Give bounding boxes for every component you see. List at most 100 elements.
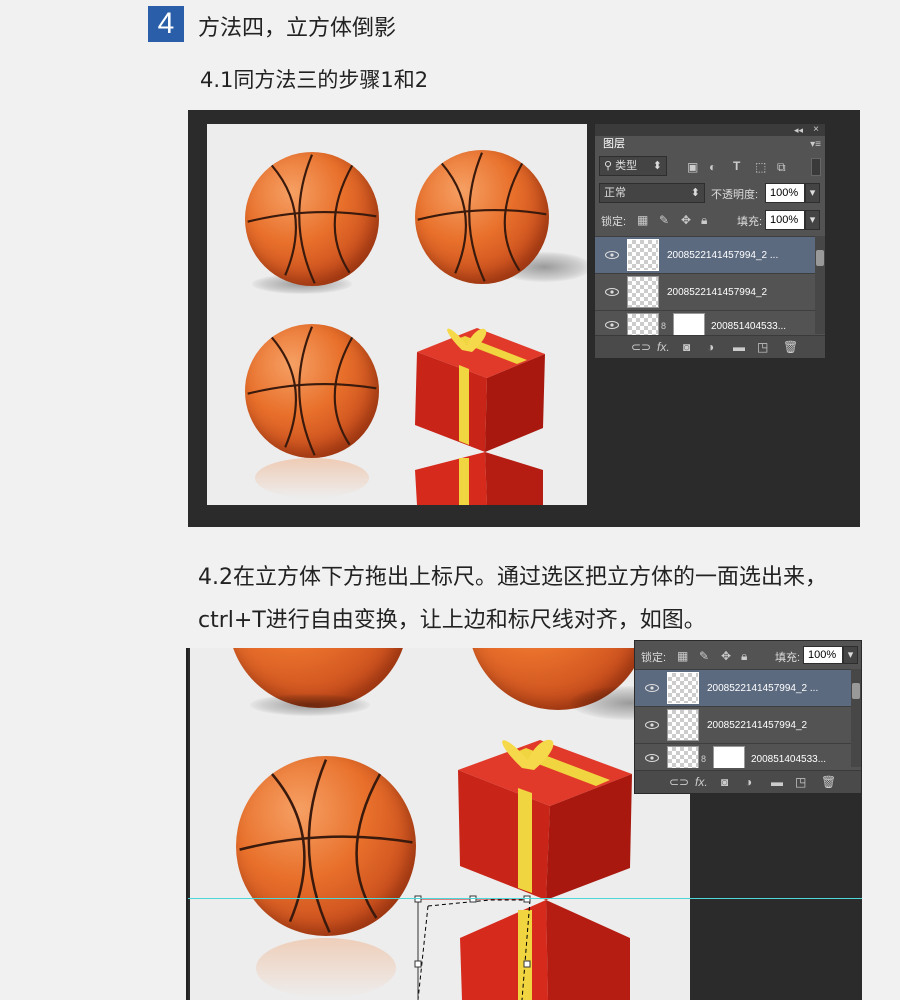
ball-reflection (255, 458, 369, 498)
updown-icon: ⬍ (690, 187, 700, 199)
lock-transparent-icon[interactable]: ▦ (637, 213, 648, 227)
lock-label: 锁定: (601, 216, 627, 228)
layer-name: 2008522141457994_2 (707, 720, 808, 731)
layer-thumbnail (667, 672, 699, 704)
filter-toggle[interactable] (811, 158, 821, 176)
smart-object-filter-icon[interactable]: ⧉ (777, 160, 786, 174)
lock-move-icon[interactable]: ✥ (721, 649, 731, 663)
ruler-guide-line[interactable] (186, 898, 862, 899)
panel-footer: ⊂⊃ fx. ◙ ◑ ▬ ◳ 🗑︎ (635, 770, 861, 793)
new-layer-icon[interactable]: ◳ (795, 775, 806, 789)
shape-filter-icon[interactable]: ⬚ (755, 160, 766, 174)
layers-scrollbar[interactable] (851, 669, 861, 767)
fill-dropdown-icon[interactable]: ▾ (805, 210, 820, 230)
lock-paint-icon[interactable]: ✎ (659, 213, 669, 227)
layer-row[interactable]: 2008522141457994_2 (635, 706, 851, 743)
fill-dropdown-icon[interactable]: ▾ (843, 646, 858, 664)
layer-thumbnail (627, 276, 659, 308)
panel-footer: ⊂⊃ fx. ◙ ◑ ▬ ◳ 🗑︎ (595, 335, 825, 358)
fill-input[interactable]: 100% (803, 646, 843, 664)
tab-layers[interactable]: 图层 (597, 137, 631, 151)
panel-menu-icon[interactable]: ▾≡ (810, 138, 821, 152)
layer-name: 200851404533... (711, 321, 787, 332)
layer-row[interactable]: 2008522141457994_2 ... (595, 236, 815, 273)
delete-layer-icon[interactable]: 🗑︎ (783, 340, 798, 354)
blend-mode-select[interactable]: 正常 ⬍ (599, 183, 705, 203)
fill-label: 填充: (737, 216, 763, 228)
layers-scrollbar[interactable] (815, 236, 825, 334)
document-canvas-1 (207, 124, 587, 505)
layer-row[interactable]: 2008522141457994_2 (595, 273, 815, 310)
panel-titlebar: ◂◂ × (595, 124, 825, 136)
layer-row[interactable]: 2008522141457994_2 ... (635, 669, 851, 706)
layer-name: 2008522141457994_2 (667, 287, 768, 298)
new-group-icon[interactable]: ▬ (733, 340, 745, 354)
link-layers-icon[interactable]: ⊂⊃ (669, 775, 689, 789)
collapse-icon[interactable]: ◂◂ (794, 123, 803, 137)
fx-icon[interactable]: fx. (695, 775, 708, 789)
lock-all-icon[interactable]: 🔒︎ (741, 649, 747, 663)
fill-input[interactable]: 100% (765, 210, 805, 230)
adjustment-filter-icon[interactable]: ◐ (709, 160, 716, 174)
filter-kind-select[interactable]: ⚲ 类型 ⬍ (599, 156, 667, 176)
eye-icon[interactable] (605, 288, 619, 296)
sub-step-text: 4.1同方法三的步骤1和2 (200, 68, 429, 92)
scrollbar-thumb[interactable] (852, 683, 860, 699)
close-icon[interactable]: × (813, 123, 819, 137)
lock-all-icon[interactable]: 🔒︎ (701, 213, 707, 227)
eye-icon[interactable] (645, 721, 659, 729)
instruction-paragraph: 4.2在立方体下方拖出上标尺。通过选区把立方体的一面选出来，ctrl+T进行自由… (198, 565, 827, 633)
basketball-image (245, 152, 379, 286)
layer-thumbnail (627, 313, 659, 335)
opacity-input[interactable]: 100% (765, 183, 805, 203)
layer-row[interactable]: 8 200851404533... (595, 310, 815, 335)
link-icon: 8 (701, 754, 707, 764)
adjustment-layer-icon[interactable]: ◑ (707, 340, 714, 354)
fill-label: 填充: (775, 652, 801, 664)
link-layers-icon[interactable]: ⊂⊃ (631, 340, 651, 354)
layer-mask-thumbnail (713, 746, 745, 768)
layer-thumbnail (667, 746, 699, 768)
pixel-filter-icon[interactable]: ▣ (687, 160, 698, 174)
layer-name: 2008522141457994_2 ... (707, 683, 819, 694)
basketball-image (415, 150, 549, 284)
layer-name: 2008522141457994_2 ... (667, 250, 779, 261)
lock-transparent-icon[interactable]: ▦ (677, 649, 688, 663)
blend-mode-value: 正常 (604, 187, 626, 199)
step-number-badge: 4 (148, 6, 184, 42)
delete-layer-icon[interactable]: 🗑︎ (821, 775, 836, 789)
search-icon: ⚲ (604, 160, 616, 172)
layer-mask-thumbnail (673, 313, 705, 335)
eye-icon[interactable] (645, 754, 659, 762)
document-canvas-2 (190, 648, 690, 1000)
eye-icon[interactable] (605, 321, 619, 329)
layer-thumbnail (627, 239, 659, 271)
lock-label: 锁定: (641, 652, 667, 664)
type-filter-icon[interactable]: T (733, 159, 740, 173)
adjustment-layer-icon[interactable]: ◑ (745, 775, 752, 789)
link-icon: 8 (661, 321, 667, 331)
layer-name: 200851404533... (751, 754, 827, 765)
add-mask-icon[interactable]: ◙ (721, 775, 728, 789)
layers-panel: ◂◂ × 图层 ▾≡ ⚲ 类型 ⬍ ▣ ◐ T ⬚ ⧉ 正常 ⬍ 不透明度: 100… (594, 123, 826, 359)
layers-panel-2: 锁定: ▦ ✎ ✥ 🔒︎ 填充: 100% ▾ 2008522141457994… (634, 640, 862, 794)
gift-box-image (415, 328, 545, 505)
add-mask-icon[interactable]: ◙ (683, 340, 690, 354)
step-title: 方法四，立方体倒影 (198, 16, 397, 41)
layer-row[interactable]: 8 200851404533... (635, 743, 851, 768)
updown-icon: ⬍ (652, 160, 662, 172)
eye-icon[interactable] (605, 251, 619, 259)
eye-icon[interactable] (645, 684, 659, 692)
filter-kind-label: 类型 (615, 160, 638, 172)
scrollbar-thumb[interactable] (816, 250, 824, 266)
free-transform-overlay (414, 895, 531, 1000)
fx-icon[interactable]: fx. (657, 340, 670, 354)
opacity-label: 不透明度: (711, 189, 759, 201)
lock-move-icon[interactable]: ✥ (681, 213, 691, 227)
new-group-icon[interactable]: ▬ (771, 775, 783, 789)
opacity-dropdown-icon[interactable]: ▾ (805, 183, 820, 203)
new-layer-icon[interactable]: ◳ (757, 340, 768, 354)
canvas-edge (186, 648, 188, 1000)
layer-thumbnail (667, 709, 699, 741)
lock-paint-icon[interactable]: ✎ (699, 649, 709, 663)
